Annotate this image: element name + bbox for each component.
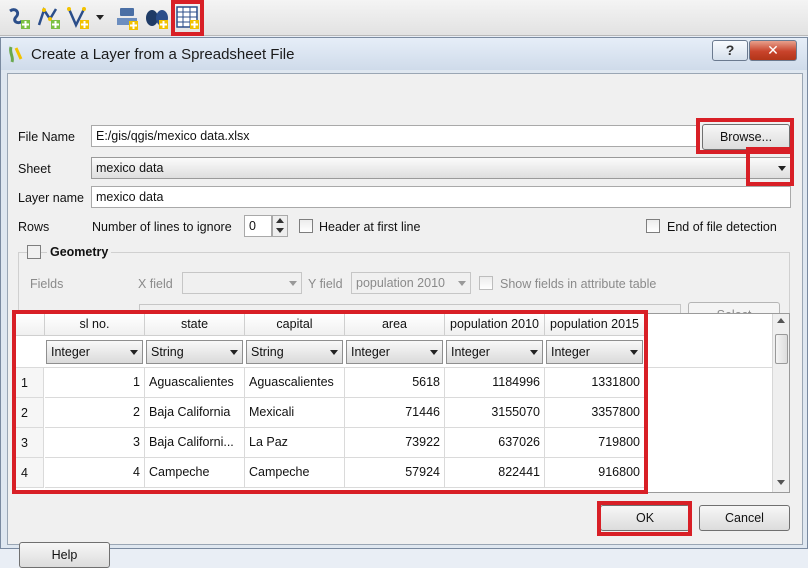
y-field-label: Y field xyxy=(308,277,343,291)
chevron-down-icon xyxy=(458,281,466,286)
cancel-button[interactable]: Cancel xyxy=(699,505,790,531)
scroll-up-icon[interactable] xyxy=(777,318,785,323)
spin-up-icon[interactable] xyxy=(276,218,284,223)
main-toolbar xyxy=(0,0,808,36)
y-field-value: population 2010 xyxy=(356,276,445,290)
end-of-file-label: End of file detection xyxy=(667,220,777,234)
end-of-file-checkbox[interactable] xyxy=(646,219,660,233)
x-field-label: X field xyxy=(138,277,173,291)
layer-name-field[interactable]: mexico data xyxy=(91,186,791,208)
highlight-sheet-dropdown xyxy=(746,147,794,186)
chevron-down-icon xyxy=(289,281,297,286)
qgis-app-icon xyxy=(8,45,24,63)
highlight-ok xyxy=(597,501,692,536)
file-name-label: File Name xyxy=(18,130,75,144)
close-button[interactable]: ✕ xyxy=(749,40,797,61)
vertical-scrollbar[interactable] xyxy=(772,314,789,492)
new-vector-layer-icon[interactable] xyxy=(36,5,62,31)
help-button[interactable]: Help xyxy=(19,542,110,568)
spin-down-icon[interactable] xyxy=(276,228,284,233)
add-database-layer-icon[interactable] xyxy=(144,5,170,31)
geometry-checkbox[interactable] xyxy=(27,245,41,259)
help-title-button[interactable]: ? xyxy=(712,40,748,61)
file-name-field[interactable]: E:/gis/qgis/mexico data.xlsx xyxy=(91,125,697,147)
sheet-select[interactable]: mexico data xyxy=(91,157,791,179)
layer-name-label: Layer name xyxy=(18,191,85,205)
dialog-title: Create a Layer from a Spreadsheet File xyxy=(31,46,295,63)
sheet-value: mexico data xyxy=(96,161,164,175)
lines-spinner[interactable] xyxy=(272,215,288,237)
vertex-dropdown-icon[interactable] xyxy=(66,5,106,31)
scroll-down-icon[interactable] xyxy=(777,480,785,485)
fields-label: Fields xyxy=(30,277,64,291)
rows-label: Rows xyxy=(18,220,50,234)
sheet-label: Sheet xyxy=(18,162,51,176)
add-vector-layer-icon[interactable] xyxy=(6,5,32,31)
highlight-table xyxy=(12,310,648,494)
lines-to-ignore-input[interactable]: 0 xyxy=(244,215,272,237)
header-first-line-checkbox[interactable] xyxy=(299,219,313,233)
show-fields-checkbox[interactable] xyxy=(479,276,493,290)
geometry-label: Geometry xyxy=(47,245,112,259)
highlight-spreadsheet-tool xyxy=(171,0,204,36)
show-fields-label: Show fields in attribute table xyxy=(500,277,657,291)
dialog-title-bar[interactable]: Create a Layer from a Spreadsheet File ?… xyxy=(1,38,807,70)
scroll-thumb[interactable] xyxy=(775,334,788,364)
x-field-select[interactable] xyxy=(182,272,302,294)
y-field-select[interactable]: population 2010 xyxy=(351,272,471,294)
header-first-line-label: Header at first line xyxy=(319,220,421,234)
lines-to-ignore-label: Number of lines to ignore xyxy=(92,220,232,234)
network-connect-icon[interactable] xyxy=(114,5,140,31)
